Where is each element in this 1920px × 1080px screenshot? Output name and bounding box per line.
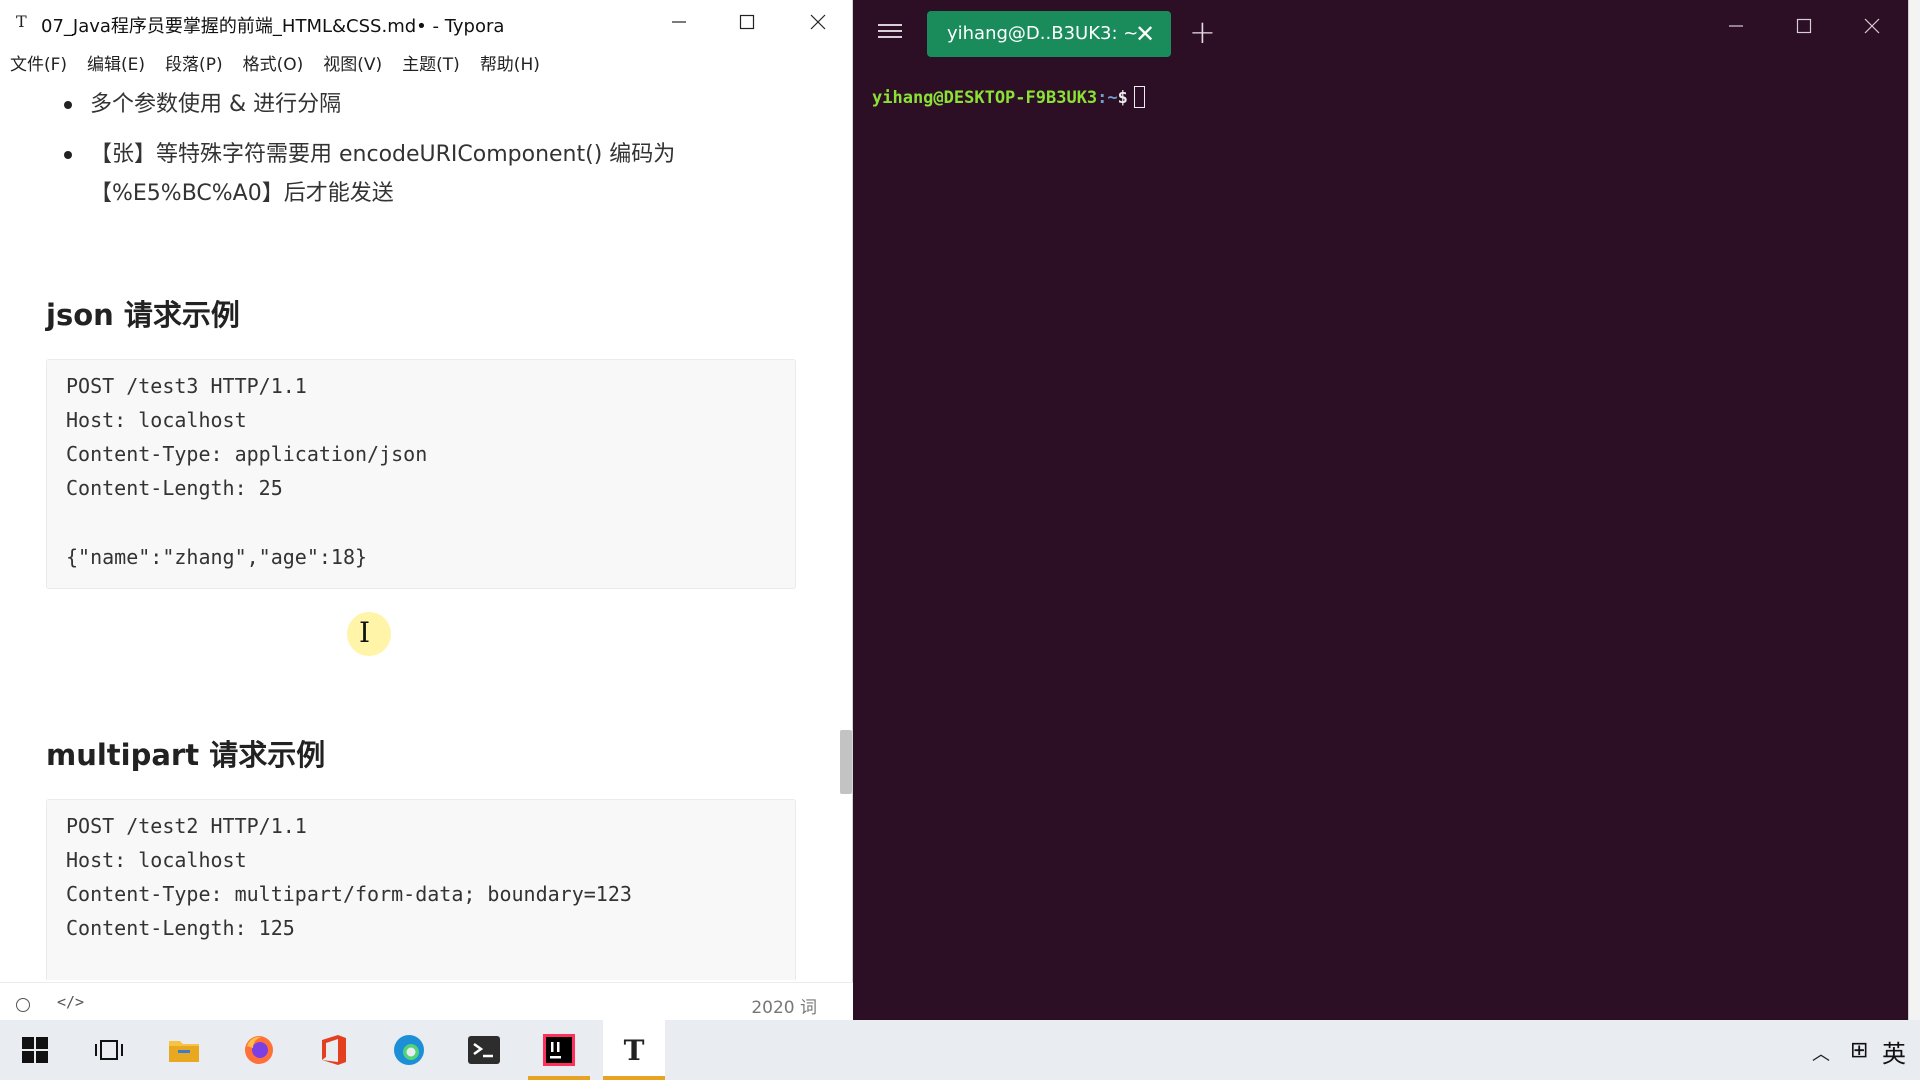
typora-button[interactable]: T <box>603 1020 665 1080</box>
start-button[interactable] <box>4 1020 66 1080</box>
terminal-window: yihang@D..B3UK3: ~ ✕ + yihang@DESKTOP-F9… <box>854 0 1908 1020</box>
source-mode-icon[interactable]: </> <box>57 993 84 1011</box>
prompt-user-host: yihang@DESKTOP-F9B3UK3 <box>872 88 1098 108</box>
terminal-minimize-button[interactable] <box>1706 6 1766 46</box>
list-bullet <box>64 151 72 159</box>
firefox-button[interactable] <box>228 1020 290 1080</box>
task-view-icon <box>95 1040 123 1060</box>
prompt-path: :~ <box>1097 88 1118 108</box>
menu-file[interactable]: 文件(F) <box>0 46 77 76</box>
list-item-text[interactable]: 【张】等特殊字符需要用 encodeURIComponent() 编码为 <box>90 136 675 174</box>
vertical-scrollbar[interactable] <box>840 730 852 794</box>
close-icon <box>1864 18 1880 34</box>
show-hidden-icons-icon[interactable]: ︿ <box>1812 1040 1830 1066</box>
typora-icon: T <box>623 1033 645 1067</box>
ime-language-indicator[interactable]: 英 <box>1882 1034 1906 1069</box>
code-block-json[interactable]: POST /test3 HTTP/1.1 Host: localhost Con… <box>46 359 796 589</box>
code-line: Content-Length: 25 <box>66 476 283 500</box>
menu-theme[interactable]: 主题(T) <box>392 46 470 76</box>
new-tab-button[interactable]: + <box>1189 13 1216 51</box>
code-line: Host: localhost <box>66 848 247 872</box>
word-count[interactable]: 2020 词 <box>751 993 817 1018</box>
file-explorer-button[interactable] <box>153 1020 215 1080</box>
code-line: POST /test2 HTTP/1.1 <box>66 814 307 838</box>
code-line: Content-Length: 125 <box>66 916 295 940</box>
maximize-button[interactable] <box>712 0 782 44</box>
close-icon <box>810 14 826 30</box>
code-line: Host: localhost <box>66 408 247 432</box>
intellij-button[interactable] <box>528 1020 590 1080</box>
tab-close-icon[interactable]: ✕ <box>1135 20 1155 48</box>
task-view-button[interactable] <box>78 1020 140 1080</box>
maximize-icon <box>1796 18 1812 34</box>
menu-format[interactable]: 格式(O) <box>233 46 314 76</box>
minimize-icon <box>672 21 686 23</box>
terminal-icon <box>468 1036 500 1064</box>
heading-json-example[interactable]: json 请求示例 <box>46 292 240 334</box>
hamburger-menu-icon[interactable] <box>878 24 902 42</box>
terminal-maximize-button[interactable] <box>1774 6 1834 46</box>
background-window-edge <box>1908 0 1920 1020</box>
firefox-icon <box>245 1036 273 1064</box>
typora-titlebar[interactable]: T 07_Java程序员要掌握的前端_HTML&CSS.md• - Typora <box>0 0 853 44</box>
terminal-close-button[interactable] <box>1842 6 1902 46</box>
editor-content[interactable]: 多个参数使用 & 进行分隔 【张】等特殊字符需要用 encodeURICompo… <box>0 80 853 980</box>
menu-paragraph[interactable]: 段落(P) <box>155 46 233 76</box>
windows-start-icon <box>22 1037 48 1063</box>
typora-window: T 07_Java程序员要掌握的前端_HTML&CSS.md• - Typora… <box>0 0 853 1020</box>
terminal-cursor <box>1133 86 1145 108</box>
list-bullet <box>64 101 72 109</box>
minimize-icon <box>1729 25 1743 27</box>
typora-app-icon: T <box>16 12 27 31</box>
menu-view[interactable]: 视图(V) <box>313 46 392 76</box>
edge-icon <box>394 1035 424 1065</box>
edge-button[interactable] <box>378 1020 440 1080</box>
prompt-symbol: $ <box>1117 88 1128 108</box>
menu-help[interactable]: 帮助(H) <box>470 46 550 76</box>
office-button[interactable] <box>303 1020 365 1080</box>
minimize-button[interactable] <box>644 0 714 44</box>
intellij-icon <box>543 1034 575 1066</box>
terminal-tab[interactable]: yihang@D..B3UK3: ~ ✕ <box>927 11 1171 57</box>
list-item-text[interactable]: 多个参数使用 & 进行分隔 <box>90 86 341 124</box>
terminal-button[interactable] <box>453 1020 515 1080</box>
code-line: {"name":"zhang","age":18} <box>66 545 368 569</box>
menu-bar: 文件(F) 编辑(E) 段落(P) 格式(O) 视图(V) 主题(T) 帮助(H… <box>0 46 550 76</box>
terminal-prompt[interactable]: yihang@DESKTOP-F9B3UK3:~$ <box>872 86 1145 108</box>
code-line: Content-Type: application/json <box>66 442 428 466</box>
maximize-icon <box>739 14 755 30</box>
taskbar: T ︿ ⊞ 英 <box>0 1020 1920 1080</box>
code-line: Content-Type: multipart/form-data; bound… <box>66 882 632 906</box>
window-title: 07_Java程序员要掌握的前端_HTML&CSS.md• - Typora <box>41 16 505 37</box>
text-cursor-icon: I <box>359 616 371 649</box>
terminal-tab-label: yihang@D..B3UK3: ~ <box>947 23 1139 44</box>
close-button[interactable] <box>783 0 853 44</box>
heading-multipart-example[interactable]: multipart 请求示例 <box>46 732 325 774</box>
code-block-multipart[interactable]: POST /test2 HTTP/1.1 Host: localhost Con… <box>46 799 796 980</box>
list-item-text-continued[interactable]: 【%E5%BC%A0】后才能发送 <box>90 175 394 213</box>
menu-edit[interactable]: 编辑(E) <box>77 46 155 76</box>
ime-mode-icon[interactable]: ⊞ <box>1850 1038 1868 1063</box>
file-explorer-icon <box>169 1041 199 1062</box>
status-bar: </> 2020 词 <box>0 982 853 1020</box>
office-icon <box>322 1035 346 1065</box>
code-line: POST /test3 HTTP/1.1 <box>66 374 307 398</box>
outline-toggle-icon[interactable] <box>16 998 30 1012</box>
